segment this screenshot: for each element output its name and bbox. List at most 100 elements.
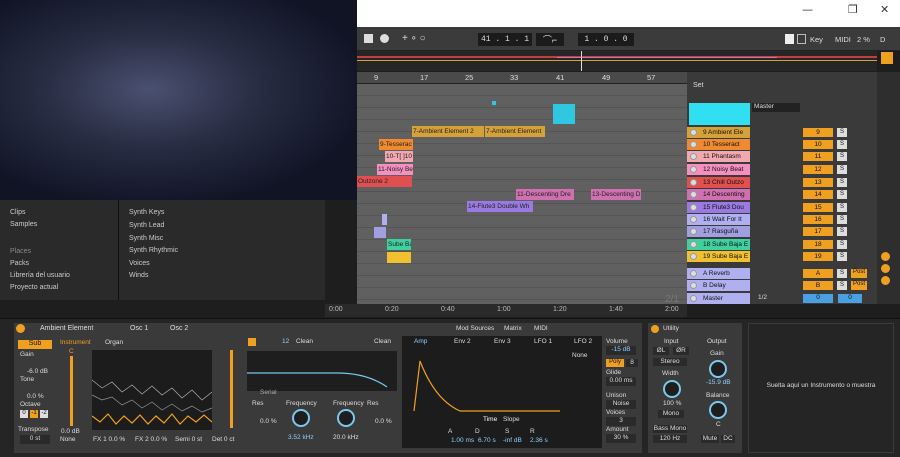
channel-mode-select[interactable]: Stereo: [653, 358, 687, 366]
track-number[interactable]: 17: [803, 227, 833, 236]
browser-item-clips[interactable]: Clips: [10, 209, 26, 216]
filter-display[interactable]: [247, 351, 397, 391]
frequency2-value[interactable]: 20.0 kHz: [333, 434, 359, 441]
width-value[interactable]: 100 %: [663, 400, 681, 407]
browser-item-user-library[interactable]: Librería del usuario: [10, 272, 70, 279]
poly-toggle[interactable]: Poly: [606, 359, 624, 367]
master-volume[interactable]: 0: [838, 294, 862, 303]
poly-value[interactable]: 8: [626, 359, 638, 367]
gain-value[interactable]: -15.9 dB: [706, 379, 731, 386]
osc1-tab[interactable]: Osc 1: [130, 325, 148, 332]
loop-icon[interactable]: ⌒⌐: [536, 33, 564, 46]
sends-icon[interactable]: [881, 264, 890, 273]
track-number[interactable]: 11: [803, 152, 833, 161]
track-number[interactable]: 18: [803, 240, 833, 249]
track-header[interactable]: 11 Phantasm: [687, 151, 750, 162]
solo-button[interactable]: S: [837, 152, 847, 161]
arrangement-view[interactable]: 7-Ambient Element 2 7-Ambient Element 9-…: [357, 84, 687, 304]
filter-drive[interactable]: Clean: [296, 338, 313, 345]
transpose-value[interactable]: 0 st: [20, 435, 50, 444]
res2-value[interactable]: 0.0 %: [375, 418, 392, 425]
clip[interactable]: 13-Descenting D: [591, 189, 641, 200]
amount-value[interactable]: 30 %: [606, 434, 636, 443]
midi-map-button[interactable]: MIDI: [835, 35, 851, 44]
tab-lfo2[interactable]: LFO 2: [574, 338, 592, 345]
track-header[interactable]: 17 Rasguña: [687, 226, 750, 237]
fx2-value[interactable]: FX 2 0.0 %: [135, 436, 167, 443]
width-knob[interactable]: [663, 380, 681, 398]
detune-value[interactable]: Det 0 ct: [212, 436, 234, 443]
solo-button[interactable]: S: [837, 269, 847, 278]
track-header[interactable]: 15 Flute3 Dou: [687, 202, 750, 213]
track-header[interactable]: 10 Tesseract: [687, 139, 750, 150]
solo-button[interactable]: S: [837, 252, 847, 261]
selected-scene[interactable]: [689, 103, 750, 125]
solo-button[interactable]: S: [837, 281, 847, 290]
octave-minus2[interactable]: -2: [40, 410, 48, 418]
tone-value[interactable]: 0.0 %: [27, 393, 44, 400]
semi-value[interactable]: Semi 0 st: [175, 436, 202, 443]
overview-toggle-icon[interactable]: [881, 52, 893, 64]
octave-0[interactable]: 0: [20, 410, 28, 418]
solo-button[interactable]: S: [837, 190, 847, 199]
track-number[interactable]: 15: [803, 203, 833, 212]
track-header[interactable]: 9 Ambient Ele: [687, 127, 750, 138]
browser-item[interactable]: Synth Rhythmic: [129, 247, 178, 254]
arrangement-overview[interactable]: [357, 51, 877, 71]
post-button[interactable]: Post: [851, 269, 867, 278]
clip[interactable]: 7-Ambient Element 2: [412, 126, 484, 137]
return-header[interactable]: A Reverb: [687, 268, 750, 279]
clip[interactable]: 14-Flute3 Double Wh: [467, 201, 533, 212]
browser-item[interactable]: Winds: [129, 272, 148, 279]
dc-toggle[interactable]: DC: [721, 435, 735, 443]
wavetable-display[interactable]: [91, 350, 213, 430]
voices-value[interactable]: 3: [606, 417, 636, 426]
solo-button[interactable]: S: [837, 140, 847, 149]
track-number[interactable]: 13: [803, 178, 833, 187]
frequency-knob[interactable]: [292, 409, 310, 427]
osc2-tab[interactable]: Osc 2: [170, 325, 188, 332]
position-slider[interactable]: [70, 356, 73, 426]
gain-value[interactable]: -6.0 dB: [27, 368, 48, 375]
fx1-value[interactable]: FX 1 0.0 %: [93, 436, 125, 443]
device-power-icon[interactable]: [16, 324, 25, 333]
return-letter[interactable]: B: [803, 281, 833, 290]
octave-minus1[interactable]: -1: [30, 410, 38, 418]
track-number[interactable]: 12: [803, 165, 833, 174]
balance-value[interactable]: C: [716, 421, 721, 428]
return-letter[interactable]: A: [803, 269, 833, 278]
glide-value[interactable]: 0.00 ms: [606, 377, 636, 386]
timeline-footer[interactable]: 0:00 0:20 0:40 1:00 1:20 1:40 2:00 2/1: [325, 294, 687, 317]
instrument-select[interactable]: Instrument: [60, 339, 91, 346]
master-select[interactable]: Master: [752, 103, 800, 112]
decay-value[interactable]: 6.70 s: [478, 437, 496, 444]
io-icon[interactable]: [881, 252, 890, 261]
record-icon[interactable]: [380, 34, 389, 43]
res-value[interactable]: 0.0 %: [260, 418, 277, 425]
utility-power-icon[interactable]: [651, 325, 659, 333]
clip[interactable]: 11-Noisy Be: [377, 164, 413, 175]
master-cue[interactable]: 0: [803, 294, 833, 303]
bass-mono-toggle[interactable]: Bass Mono: [653, 425, 687, 433]
clip[interactable]: 9-Tesserac: [379, 139, 413, 150]
frequency2-knob[interactable]: [337, 409, 355, 427]
clip[interactable]: 11-Descenting Dre: [516, 189, 574, 200]
release-value[interactable]: 2.36 s: [530, 437, 548, 444]
track-header[interactable]: 16 Wait For It: [687, 214, 750, 225]
balance-knob[interactable]: [709, 401, 727, 419]
attack-value[interactable]: 1.00 ms: [451, 437, 474, 444]
browser-item[interactable]: Voices: [129, 260, 150, 267]
filter-power-icon[interactable]: [248, 338, 256, 346]
loop-length-display[interactable]: 1 . 0 . 0: [578, 33, 634, 46]
browser-item-samples[interactable]: Samples: [10, 221, 37, 228]
none-select[interactable]: None: [60, 436, 76, 443]
tab-env2[interactable]: Env 2: [454, 338, 471, 345]
time-mode[interactable]: Time: [483, 416, 497, 423]
mute-toggle[interactable]: Mute: [701, 435, 719, 443]
returns-icon[interactable]: [881, 276, 890, 285]
tab-amp[interactable]: Amp: [414, 338, 427, 345]
solo-button[interactable]: S: [837, 165, 847, 174]
solo-button[interactable]: S: [837, 203, 847, 212]
tab-matrix[interactable]: Matrix: [504, 325, 522, 332]
phase-left-toggle[interactable]: ØL: [653, 347, 669, 355]
